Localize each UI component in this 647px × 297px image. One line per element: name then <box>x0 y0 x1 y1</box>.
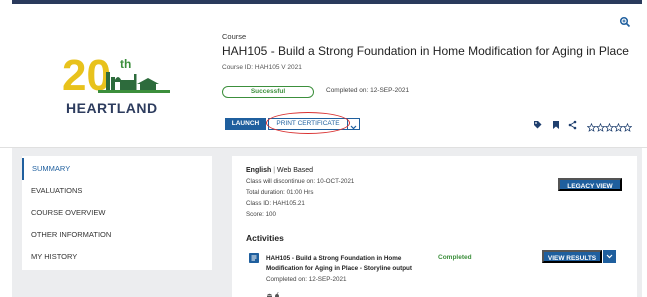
view-results-dropdown[interactable] <box>603 250 616 263</box>
summary-card: English | Web Based Class will discontin… <box>232 156 637 297</box>
star-icon[interactable] <box>596 123 605 132</box>
class-id: Class ID: HAH105.21 <box>246 200 305 207</box>
device-icons <box>266 287 282 297</box>
sidebar-item-course-overview[interactable]: COURSE OVERVIEW <box>22 202 212 224</box>
star-icon[interactable] <box>623 123 632 132</box>
logo-wordmark: HEARTLAND <box>66 100 158 116</box>
tag-icon[interactable] <box>533 120 542 130</box>
sidebar-item-my-history[interactable]: MY HISTORY <box>22 246 212 268</box>
top-bar <box>12 0 642 4</box>
sidebar-item-summary[interactable]: SUMMARY <box>22 158 212 180</box>
chevron-down-icon <box>606 254 613 259</box>
document-icon <box>249 253 259 263</box>
star-icon[interactable] <box>605 123 614 132</box>
activity-title[interactable]: HAH105 - Build a Strong Foundation in Ho… <box>266 254 426 273</box>
activity-completed-on: Completed on: 12-SEP-2021 <box>266 276 347 283</box>
sidebar-item-other-information[interactable]: OTHER INFORMATION <box>22 224 212 246</box>
star-icon[interactable] <box>614 123 623 132</box>
zoom-icon[interactable] <box>619 16 631 28</box>
view-results-button[interactable]: VIEW RESULTS <box>542 250 602 263</box>
legacy-view-button[interactable]: LEGACY VIEW <box>558 178 622 191</box>
rating-stars[interactable] <box>587 119 632 132</box>
sidebar-nav: SUMMARY EVALUATIONS COURSE OVERVIEW OTHE… <box>22 156 212 270</box>
sidebar-item-evaluations[interactable]: EVALUATIONS <box>22 180 212 202</box>
content-type-label: Course <box>222 32 247 41</box>
highlight-annotation <box>266 112 350 134</box>
star-icon[interactable] <box>587 123 596 132</box>
total-duration: Total duration: 01:00 Hrs <box>246 189 314 196</box>
activities-heading: Activities <box>246 233 284 243</box>
separator: | <box>273 167 276 174</box>
delivery-type: Web Based <box>277 167 314 174</box>
score: Score: 100 <box>246 211 276 218</box>
bookmark-icon[interactable] <box>552 120 560 130</box>
activity-status: Completed <box>438 254 472 261</box>
share-icon[interactable] <box>568 120 577 130</box>
page-title: HAH105 - Build a Strong Foundation in Ho… <box>222 44 629 58</box>
status-badge: Successful <box>222 86 314 98</box>
launch-button[interactable]: LAUNCH <box>225 118 266 130</box>
course-id: Course ID: HAH105 V 2021 <box>222 64 302 71</box>
discontinue-date: Class will discontinue on: 10-OCT-2021 <box>246 178 355 185</box>
language-line: English | Web Based <box>246 167 313 174</box>
apple-icon <box>275 292 279 297</box>
logo-suffix: th <box>120 57 131 71</box>
language-label: English <box>246 167 272 174</box>
completed-on-text: Completed on: 12-SEP-2021 <box>326 87 410 94</box>
